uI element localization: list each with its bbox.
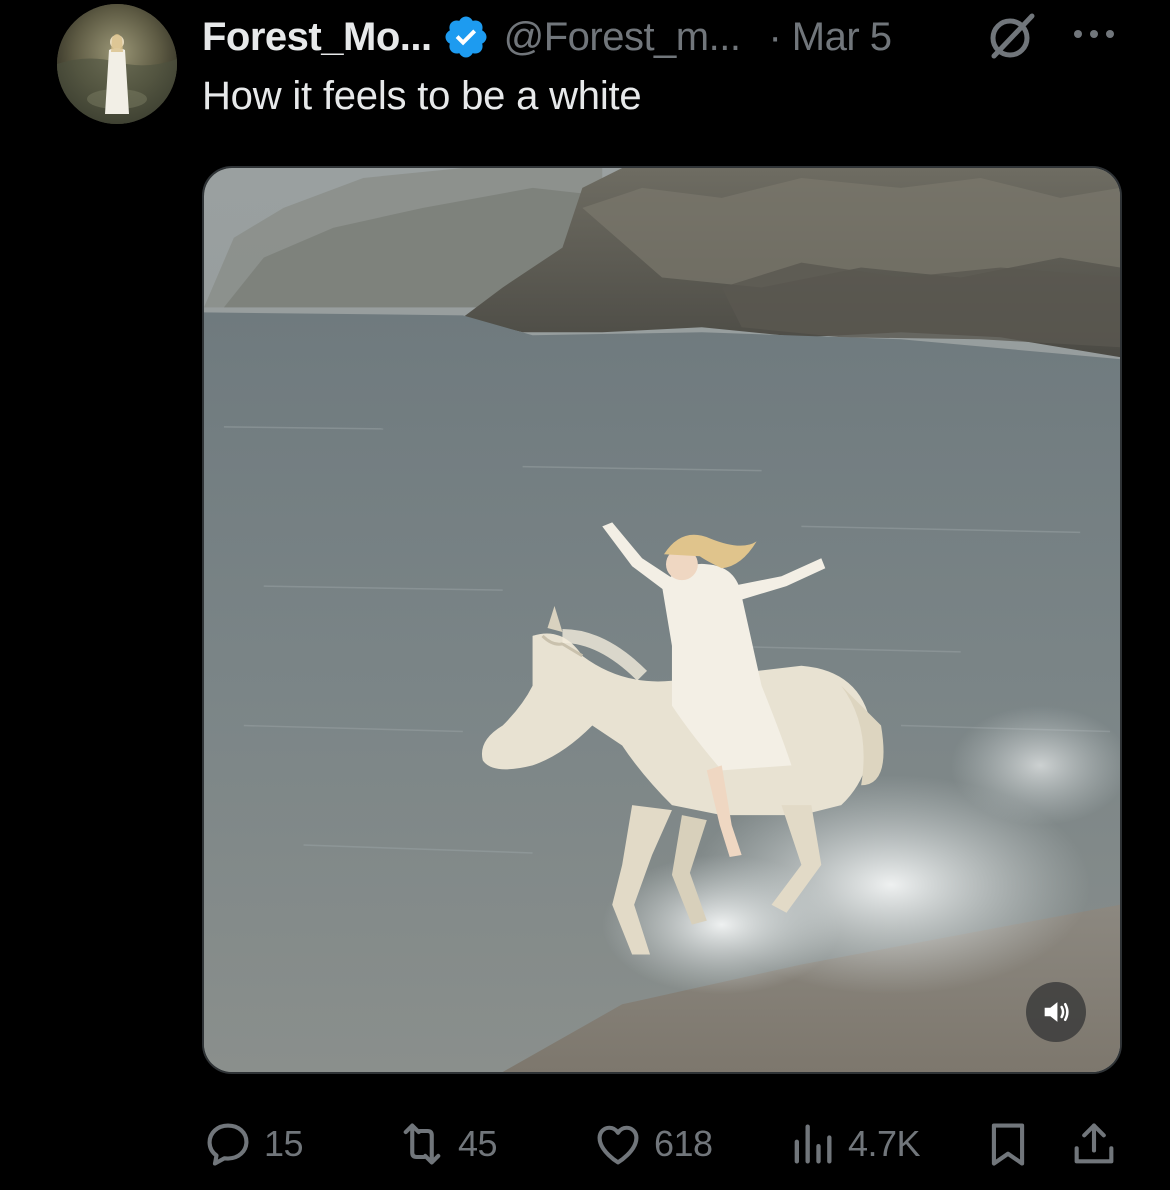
reply-button[interactable]: 15 (202, 1114, 304, 1174)
bookmark-button[interactable] (982, 1114, 1034, 1174)
display-name[interactable]: Forest_Mo... (202, 15, 432, 60)
retweet-button[interactable]: 45 (396, 1114, 498, 1174)
share-icon (1074, 1123, 1114, 1164)
volume-button[interactable] (1026, 982, 1086, 1042)
action-bar: 15 45 618 4.7K (202, 1114, 1122, 1174)
retweet-count: 45 (458, 1123, 498, 1164)
views-button[interactable]: 4.7K (786, 1114, 921, 1174)
grok-icon[interactable] (984, 8, 1040, 64)
separator-dot: · (768, 14, 782, 59)
views-icon (794, 1124, 832, 1164)
views-count: 4.7K (848, 1123, 921, 1164)
like-count: 618 (654, 1123, 713, 1164)
share-button[interactable] (1068, 1114, 1120, 1174)
heart-icon (597, 1125, 639, 1165)
profile-avatar[interactable] (57, 4, 177, 124)
reply-count: 15 (264, 1123, 304, 1164)
retweet-icon (403, 1123, 441, 1165)
reply-icon (207, 1123, 249, 1166)
bookmark-icon (991, 1123, 1025, 1166)
verified-badge-icon[interactable] (442, 13, 490, 61)
post-media-video[interactable] (202, 166, 1122, 1074)
user-handle[interactable]: @Forest_m... (504, 15, 741, 60)
video-frame (204, 168, 1120, 1072)
post-text: How it feels to be a white (202, 74, 642, 118)
post-header: Forest_Mo... @Forest_m... · Mar 5 (202, 12, 892, 62)
more-dots-icon[interactable] (1070, 22, 1118, 46)
post-date[interactable]: Mar 5 (792, 15, 892, 60)
volume-icon (1044, 1002, 1069, 1022)
like-button[interactable]: 618 (592, 1114, 713, 1174)
